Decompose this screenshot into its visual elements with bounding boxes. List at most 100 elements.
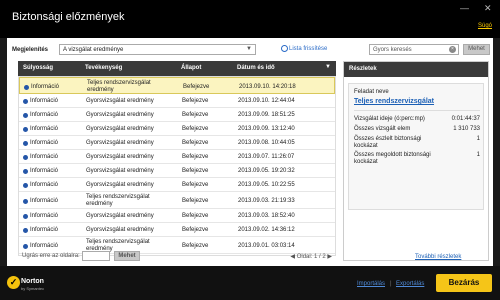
- goto-page-button[interactable]: Mehet: [114, 251, 140, 261]
- norton-logo: ✓ Norton by Symantec: [7, 275, 47, 293]
- detail-value: 1: [476, 152, 480, 158]
- cell-status: Befejezve: [182, 243, 209, 249]
- table-row[interactable]: Információ Gyorsvizsgálat eredmény Befejez…: [19, 164, 335, 178]
- detail-value: 0:01:44:37: [451, 116, 480, 122]
- cell-activity: Gyorsvizsgálat eredmény: [86, 154, 154, 160]
- window-title: Biztonsági előzmények: [12, 11, 125, 23]
- table-row[interactable]: Információ Gyorsvizsgálat eredmény Befejez…: [19, 108, 335, 122]
- cell-severity: Információ: [30, 140, 59, 146]
- close-window-button[interactable]: ✕: [484, 3, 492, 14]
- cell-severity: Információ: [30, 112, 59, 118]
- export-link[interactable]: Exportálás: [396, 281, 424, 287]
- view-dropdown-value: A vizsgálat eredménye: [63, 47, 124, 53]
- table-row[interactable]: Információ Teljes rendszervizsgálat eredm…: [19, 77, 335, 94]
- cell-date: 2013.09.10. 12:44:04: [238, 98, 295, 104]
- table-row[interactable]: Információ Gyorsvizsgálat eredmény Befejez…: [19, 178, 335, 192]
- info-severity-icon: [23, 244, 28, 249]
- detail-value: 1: [476, 136, 480, 142]
- table-row[interactable]: Információ Gyorsvizsgálat eredmény Befejez…: [19, 94, 335, 108]
- cell-status: Befejezve: [183, 84, 210, 90]
- info-severity-icon: [23, 99, 28, 104]
- more-details-link[interactable]: További részletek: [415, 254, 461, 260]
- table-row[interactable]: Információ Gyorsvizsgálat eredmény Befejez…: [19, 223, 335, 237]
- column-header-severity[interactable]: Súlyosság: [23, 65, 53, 71]
- cell-activity: Gyorsvizsgálat eredmény: [86, 227, 154, 233]
- task-name-link[interactable]: Teljes rendszervizsgálat: [354, 98, 434, 105]
- refresh-list-link[interactable]: Lista frissítése: [289, 46, 327, 52]
- cell-activity: Gyorsvizsgálat eredmény: [86, 126, 154, 132]
- pager: Ugrás erre az oldalra: Mehet ◀ Oldal: 1 …: [18, 251, 336, 263]
- info-severity-icon: [23, 127, 28, 132]
- import-link[interactable]: Importálás: [357, 281, 385, 287]
- cell-activity: Gyorsvizsgálat eredmény: [86, 168, 154, 174]
- cell-activity: Teljes rendszervizsgálat eredmény: [86, 194, 150, 207]
- view-dropdown[interactable]: A vizsgálat eredménye ▼: [59, 44, 256, 55]
- cell-date: 2013.09.05. 19:20:32: [238, 168, 295, 174]
- brand-subtitle: by Symantec: [21, 286, 45, 291]
- cell-activity: Teljes rendszervizsgálat eredmény: [87, 80, 151, 93]
- help-link[interactable]: Súgó: [478, 23, 492, 29]
- search-go-button[interactable]: Mehet: [463, 44, 490, 55]
- cell-activity: Gyorsvizsgálat eredmény: [86, 213, 154, 219]
- table-row[interactable]: Információ Gyorsvizsgálat eredmény Befejez…: [19, 136, 335, 150]
- column-header-date[interactable]: Dátum és idő: [237, 65, 275, 71]
- cell-activity: Gyorsvizsgálat eredmény: [86, 140, 154, 146]
- cell-date: 2013.09.07. 11:26:07: [238, 154, 295, 160]
- checkmark-icon: ✓: [7, 276, 20, 289]
- cell-status: Befejezve: [182, 126, 209, 132]
- table-header: Súlyosság Tevékenység Állapot Dátum és i…: [18, 61, 336, 76]
- info-severity-icon: [23, 214, 28, 219]
- page-indicator: Oldal: 1 / 2: [296, 254, 326, 260]
- cell-status: Befejezve: [182, 140, 209, 146]
- cell-status: Befejezve: [182, 154, 209, 160]
- view-label: Megjelenítés: [12, 47, 49, 53]
- cell-status: Befejezve: [182, 98, 209, 104]
- cell-severity: Információ: [30, 243, 59, 249]
- info-severity-icon: [23, 183, 28, 188]
- detail-label: Összes megoldott biztonsági kockázat: [354, 152, 431, 165]
- cell-activity: Gyorsvizsgálat eredmény: [86, 98, 154, 104]
- cell-date: 2013.09.09. 13:12:40: [238, 126, 295, 132]
- cell-date: 2013.09.05. 10:22:55: [238, 182, 295, 188]
- goto-page-input[interactable]: [82, 251, 110, 261]
- info-severity-icon: [23, 113, 28, 118]
- table-row[interactable]: Információ Gyorsvizsgálat eredmény Befejez…: [19, 122, 335, 136]
- refresh-icon[interactable]: [281, 45, 288, 52]
- cell-status: Befejezve: [182, 227, 209, 233]
- cell-severity: Információ: [30, 213, 59, 219]
- quick-search-input[interactable]: Gyors keresés ×: [369, 44, 459, 55]
- info-severity-icon: [23, 228, 28, 233]
- brand-name: Norton: [21, 278, 44, 285]
- column-header-activity[interactable]: Tevékenység: [85, 65, 122, 71]
- cell-date: 2013.09.01. 03:03:14: [238, 243, 295, 249]
- info-severity-icon: [23, 155, 28, 160]
- cell-severity: Információ: [30, 168, 59, 174]
- details-panel: Részletek Feladat neve Teljes rendszervi…: [343, 61, 489, 261]
- divider: [354, 110, 480, 111]
- info-severity-icon: [24, 85, 29, 90]
- minimize-button[interactable]: —: [460, 3, 469, 13]
- clear-search-icon[interactable]: ×: [449, 46, 456, 53]
- close-button[interactable]: Bezárás: [436, 274, 492, 292]
- details-card: Feladat neve Teljes rendszervizsgálat Vi…: [348, 83, 484, 210]
- table-row[interactable]: Információ Gyorsvizsgálat eredmény Befejez…: [19, 150, 335, 164]
- page-navigation[interactable]: ◀ Oldal: 1 / 2 ▶: [290, 253, 332, 260]
- search-placeholder: Gyors keresés: [373, 47, 412, 53]
- column-header-status[interactable]: Állapot: [181, 65, 201, 71]
- cell-severity: Információ: [31, 84, 60, 90]
- detail-label: Vizsgálat ideje (ó:perc:mp): [354, 116, 425, 122]
- cell-severity: Információ: [30, 98, 59, 104]
- sort-descending-icon[interactable]: ▼: [325, 64, 331, 70]
- table-row[interactable]: Információ Gyorsvizsgálat eredmény Befejez…: [19, 209, 335, 223]
- cell-severity: Információ: [30, 227, 59, 233]
- cell-status: Befejezve: [182, 112, 209, 118]
- table-row[interactable]: Információ Teljes rendszervizsgálat eredm…: [19, 192, 335, 209]
- details-header: Részletek: [344, 62, 488, 77]
- cell-severity: Információ: [30, 126, 59, 132]
- cell-status: Befejezve: [182, 168, 209, 174]
- chevron-down-icon: ▼: [246, 46, 252, 52]
- table-body: Információ Teljes rendszervizsgálat eredm…: [18, 76, 336, 256]
- cell-severity: Információ: [30, 182, 59, 188]
- info-severity-icon: [23, 169, 28, 174]
- detail-value: 1 310 733: [453, 126, 480, 132]
